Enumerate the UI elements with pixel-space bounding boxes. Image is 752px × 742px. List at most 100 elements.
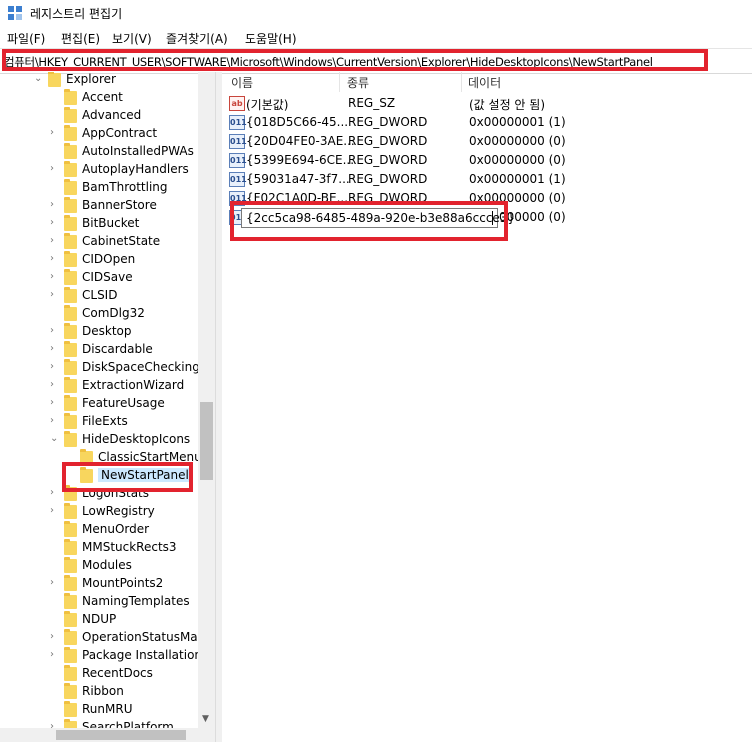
tree-item[interactable]: AutoInstalledPWAs — [0, 143, 215, 161]
chevron-right-icon[interactable]: › — [50, 505, 60, 517]
chevron-right-icon[interactable]: › — [50, 415, 60, 427]
chevron-right-icon[interactable]: › — [50, 397, 60, 409]
tree-item[interactable]: NDUP — [0, 611, 215, 629]
tree-item[interactable]: MMStuckRects3 — [0, 539, 215, 557]
tree-horizontal-scrollbar[interactable] — [0, 728, 198, 742]
tree-item[interactable]: Ribbon — [0, 683, 215, 701]
value-type: REG_DWORD — [348, 153, 428, 167]
tree-item[interactable]: › CIDSave — [0, 269, 215, 287]
chevron-right-icon[interactable]: › — [50, 361, 60, 373]
chevron-right-icon[interactable]: › — [50, 163, 60, 175]
tree-item[interactable]: › LogonStats — [0, 485, 215, 503]
tree-item-label: CabinetState — [82, 234, 161, 248]
chevron-right-icon[interactable]: › — [50, 379, 60, 391]
value-row[interactable]: 011 {59031a47-3f7... REG_DWORD 0x00000001 (… — [221, 170, 752, 189]
tree-item[interactable]: › MountPoints2 — [0, 575, 215, 593]
tree-item[interactable]: RunMRU — [0, 701, 215, 719]
chevron-right-icon[interactable]: › — [50, 217, 60, 229]
tree-item[interactable]: › FileExts — [0, 413, 215, 431]
tree-item[interactable]: › DiskSpaceChecking — [0, 359, 215, 377]
tree-item[interactable]: › CabinetState — [0, 233, 215, 251]
chevron-right-icon[interactable]: › — [50, 631, 60, 643]
column-header-type[interactable]: 종류 — [347, 74, 369, 91]
value-list[interactable]: 이름 종류 데이터 ab (기본값) REG_SZ (값 설정 안 됨) 011 {018… — [221, 72, 752, 742]
tree-item[interactable]: ClassicStartMenu — [0, 449, 215, 467]
folder-icon — [64, 287, 77, 303]
tree-scroll-thumb[interactable] — [200, 402, 213, 480]
tree-item[interactable]: NewStartPanel — [0, 467, 215, 485]
tree-item[interactable]: › OperationStatusMana — [0, 629, 215, 647]
chevron-right-icon[interactable]: › — [50, 199, 60, 211]
menu-edit[interactable]: 편집(E) — [61, 30, 100, 47]
value-type: REG_DWORD — [348, 115, 428, 129]
value-row[interactable]: 011 {F02C1A0D-BE... REG_DWORD 0x00000000 (0… — [221, 189, 752, 208]
address-bar[interactable]: 컴퓨터\HKEY_CURRENT_USER\SOFTWARE\Microsoft… — [0, 48, 752, 74]
chevron-down-icon[interactable]: ⌄ — [34, 73, 44, 85]
chevron-right-icon[interactable]: › — [50, 271, 60, 283]
tree-item[interactable]: › AutoplayHandlers — [0, 161, 215, 179]
rename-input-value[interactable]: {2cc5ca98-6485-489a-920e-b3e88a6ccce3} — [246, 211, 515, 225]
value-row[interactable]: ab (기본값) REG_SZ (값 설정 안 됨) — [221, 94, 752, 113]
tree-item-label: LowRegistry — [82, 504, 155, 518]
folder-icon — [64, 161, 77, 177]
tree-item[interactable]: BamThrottling — [0, 179, 215, 197]
tree-item[interactable]: › Discardable — [0, 341, 215, 359]
folder-icon — [64, 665, 77, 681]
tree-hscroll-thumb[interactable] — [56, 730, 186, 740]
column-header-name[interactable]: 이름 — [231, 74, 253, 91]
value-row[interactable]: 011 {5399E694-6CE... REG_DWORD 0x00000000 (… — [221, 151, 752, 170]
menu-help[interactable]: 도움말(H) — [245, 30, 297, 47]
column-header-data[interactable]: 데이터 — [468, 74, 501, 91]
tree-item[interactable]: Modules — [0, 557, 215, 575]
tree-item-label: ComDlg32 — [82, 306, 145, 320]
tree-item[interactable]: › LowRegistry — [0, 503, 215, 521]
menu-view[interactable]: 보기(V) — [112, 30, 152, 47]
tree-item[interactable]: › CLSID — [0, 287, 215, 305]
column-divider[interactable] — [461, 72, 462, 92]
chevron-right-icon[interactable]: › — [50, 253, 60, 265]
tree-item[interactable]: › CIDOpen — [0, 251, 215, 269]
chevron-right-icon[interactable]: › — [50, 325, 60, 337]
tree-item[interactable]: › Desktop — [0, 323, 215, 341]
tree-item[interactable]: › FeatureUsage — [0, 395, 215, 413]
tree-item-label: FeatureUsage — [82, 396, 165, 410]
chevron-right-icon[interactable]: › — [50, 487, 60, 499]
key-tree[interactable]: ⌄ Explorer Accent Advanced › AppContract AutoI… — [0, 72, 215, 742]
menu-favorites[interactable]: 즐겨찾기(A) — [166, 30, 228, 47]
value-row[interactable]: 011 {20D04FE0-3AE... REG_DWORD 0x00000000 (… — [221, 132, 752, 151]
folder-icon — [64, 503, 77, 519]
tree-item[interactable]: Accent — [0, 89, 215, 107]
address-path[interactable]: 컴퓨터\HKEY_CURRENT_USER\SOFTWARE\Microsoft… — [4, 54, 653, 70]
tree-item[interactable]: ComDlg32 — [0, 305, 215, 323]
folder-icon — [64, 269, 77, 285]
chevron-right-icon[interactable]: › — [50, 235, 60, 247]
tree-item-label: AutoplayHandlers — [82, 162, 189, 176]
tree-item[interactable]: ⌄ Explorer — [0, 72, 215, 89]
column-divider[interactable] — [339, 72, 340, 92]
value-type: REG_DWORD — [348, 191, 428, 205]
tree-item[interactable]: RecentDocs — [0, 665, 215, 683]
chevron-down-icon[interactable]: ⌄ — [50, 433, 60, 445]
tree-item[interactable]: NamingTemplates — [0, 593, 215, 611]
tree-item[interactable]: › AppContract — [0, 125, 215, 143]
dword-value-icon: 011 — [229, 153, 247, 168]
tree-item[interactable]: › BitBucket — [0, 215, 215, 233]
chevron-right-icon[interactable]: › — [50, 649, 60, 661]
tree-item-label: RunMRU — [82, 702, 133, 716]
rename-input[interactable]: {2cc5ca98-6485-489a-920e-b3e88a6ccce3} — [241, 208, 515, 228]
tree-item[interactable]: Advanced — [0, 107, 215, 125]
chevron-right-icon[interactable]: › — [50, 289, 60, 301]
chevron-right-icon[interactable]: › — [50, 577, 60, 589]
tree-item[interactable]: › BannerStore — [0, 197, 215, 215]
value-row[interactable]: 011 {018D5C66-45... REG_DWORD 0x00000001 (1… — [221, 113, 752, 132]
tree-item[interactable]: › Package Installation — [0, 647, 215, 665]
scroll-down-arrow-icon[interactable]: ▼ — [202, 714, 209, 724]
folder-icon — [64, 89, 77, 105]
tree-item[interactable]: › ExtractionWizard — [0, 377, 215, 395]
tree-item[interactable]: ⌄ HideDesktopIcons — [0, 431, 215, 449]
chevron-right-icon[interactable]: › — [50, 127, 60, 139]
chevron-right-icon[interactable]: › — [50, 343, 60, 355]
tree-item[interactable]: MenuOrder — [0, 521, 215, 539]
tree-vertical-scrollbar[interactable]: ▼ — [198, 72, 215, 742]
menu-file[interactable]: 파일(F) — [7, 30, 45, 47]
